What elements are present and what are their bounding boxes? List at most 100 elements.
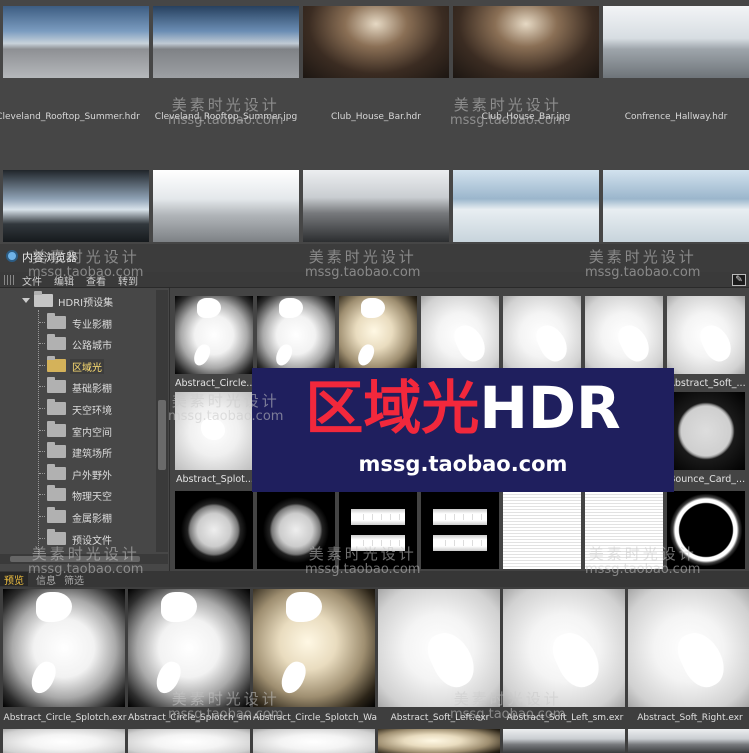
tree-branch-line [39,473,45,474]
tree-item-label: 基础影棚 [72,384,112,395]
folder-icon [47,464,66,480]
splotch-shape [286,592,322,622]
thumbnail-image [153,6,299,78]
large-preview-thumbnail [128,589,250,707]
next-row-thumbnail[interactable] [3,729,125,753]
tree-branch-line [39,386,45,387]
kino-tube [433,535,487,551]
tab-info[interactable]: 信息 [32,572,60,587]
folder-icon [47,485,66,501]
light-texture-thumbnail [667,392,745,470]
tab-filter[interactable]: 筛选 [60,572,88,587]
thumbnail-image [303,6,449,78]
large-preview-thumbnail [378,589,500,707]
collapse-arrow-icon[interactable] [22,298,30,303]
next-row-thumbnail[interactable] [128,729,250,753]
light-texture-label: Bounce_Card_... [668,474,746,485]
tree-vertical-scrollbar[interactable] [156,290,168,552]
panel-tabs: 预览 信息 筛选 [0,571,749,587]
light-texture-thumbnail [421,296,499,374]
tree-item[interactable]: 室内空间 [0,420,156,441]
splotch-shape [36,592,72,622]
thumbnail-image [603,170,749,242]
menu-edit[interactable]: 编辑 [54,273,74,288]
tree-item-label: HDRI预设集 [58,298,114,309]
next-row-thumbnail[interactable] [378,729,500,753]
menu-bar: 文件 编辑 查看 转到 ✎ [0,272,749,288]
large-preview-label: Abstract_Circle_Splotch.exr [3,713,127,723]
grip-icon[interactable] [4,275,14,285]
tree-horizontal-scrollbar[interactable] [0,554,168,564]
folder-icon [47,356,66,372]
tree-item-label: 室内空间 [72,428,112,439]
light-texture-thumbnail [667,296,745,374]
folder-icon [47,442,66,458]
menu-goto[interactable]: 转到 [118,273,138,288]
splotch-shape [273,342,295,368]
kino-tube [351,535,405,551]
tree-item[interactable]: 户外野外 [0,463,156,484]
folder-icon [47,313,66,329]
tree-branch-line [39,494,45,495]
light-texture-thumbnail [503,491,581,569]
large-preview-thumbnail [503,589,625,707]
tree-item[interactable]: 金属影棚 [0,506,156,527]
tree-item[interactable]: 物理天空 [0,484,156,505]
kino-tube-inner [437,540,483,546]
soft-shape [546,625,607,694]
tab-preview[interactable]: 预览 [0,572,28,587]
thumbnail-image [603,6,749,78]
menu-view[interactable]: 查看 [86,273,106,288]
hdr-top-grid: Cleveland_Rooftop_Summer.hdr Cleveland_R… [0,0,749,244]
pen-icon[interactable]: ✎ [732,274,746,286]
kino-tube-inner [355,514,401,520]
next-row-thumbnail[interactable] [503,729,625,753]
thumbnail-label: Club_House_Bar.jpg [481,112,571,122]
soft-shape [671,625,732,694]
soft-shape [614,320,654,366]
large-preview-label: Abstract_Soft_Right.exr [637,713,743,723]
kino-tube [351,509,405,525]
menu-file[interactable]: 文件 [22,273,42,288]
soft-shape [450,320,490,366]
splotch-shape [27,658,60,697]
tree-item[interactable]: 专业影棚 [0,312,156,333]
tree-item[interactable]: 基础影棚 [0,376,156,397]
light-texture-thumbnail [175,491,253,569]
splotch-shape [277,658,310,697]
tree-item-label: 户外野外 [72,471,112,482]
tree-item[interactable]: 公路城市 [0,333,156,354]
light-texture-thumbnail [585,491,663,569]
tree-item[interactable]: 天空环境 [0,398,156,419]
large-preview-label: Abstract_Circle_Splotch_sm.exr [128,713,252,723]
tree-item-selected[interactable]: 区域光 [0,355,156,376]
folder-icon [47,377,66,393]
light-texture-thumbnail [257,491,335,569]
thumbnail-image [3,170,149,242]
next-row-thumbnail[interactable] [628,729,749,753]
light-texture-thumbnail [339,296,417,374]
thumbnail-image [453,170,599,242]
tree-item-label: 金属影棚 [72,514,112,525]
content-browser-title: 内容浏览器 [22,251,77,264]
tree-item-label: 物理天空 [72,492,112,503]
tree-item[interactable]: 预设文件 [0,528,156,549]
thumbnail-image [303,170,449,242]
light-texture-label: Abstract_Circle... [175,378,255,389]
scrollbar-thumb[interactable] [158,400,166,470]
promo-banner: 区域光HDR mssg.taobao.com [252,368,674,492]
tree-item-label: 预设文件 [72,536,112,547]
large-preview-thumbnail [253,589,375,707]
tree-item-root[interactable]: HDRI预设集 [0,290,156,311]
folder-icon [47,529,66,545]
thumbnail-label: Confrence_Hallway.hdr [624,112,728,122]
browser-toggle-icon[interactable] [6,250,18,262]
tree-item[interactable]: 建筑场所 [0,441,156,462]
splotch-shape [197,298,221,318]
tree-item-label: 专业影棚 [72,320,112,331]
scrollbar-thumb[interactable] [10,556,140,562]
banner-title-white: HDR [479,374,621,442]
tree-branch-line [39,430,45,431]
light-texture-thumbnail [585,296,663,374]
next-row-thumbnail[interactable] [253,729,375,753]
